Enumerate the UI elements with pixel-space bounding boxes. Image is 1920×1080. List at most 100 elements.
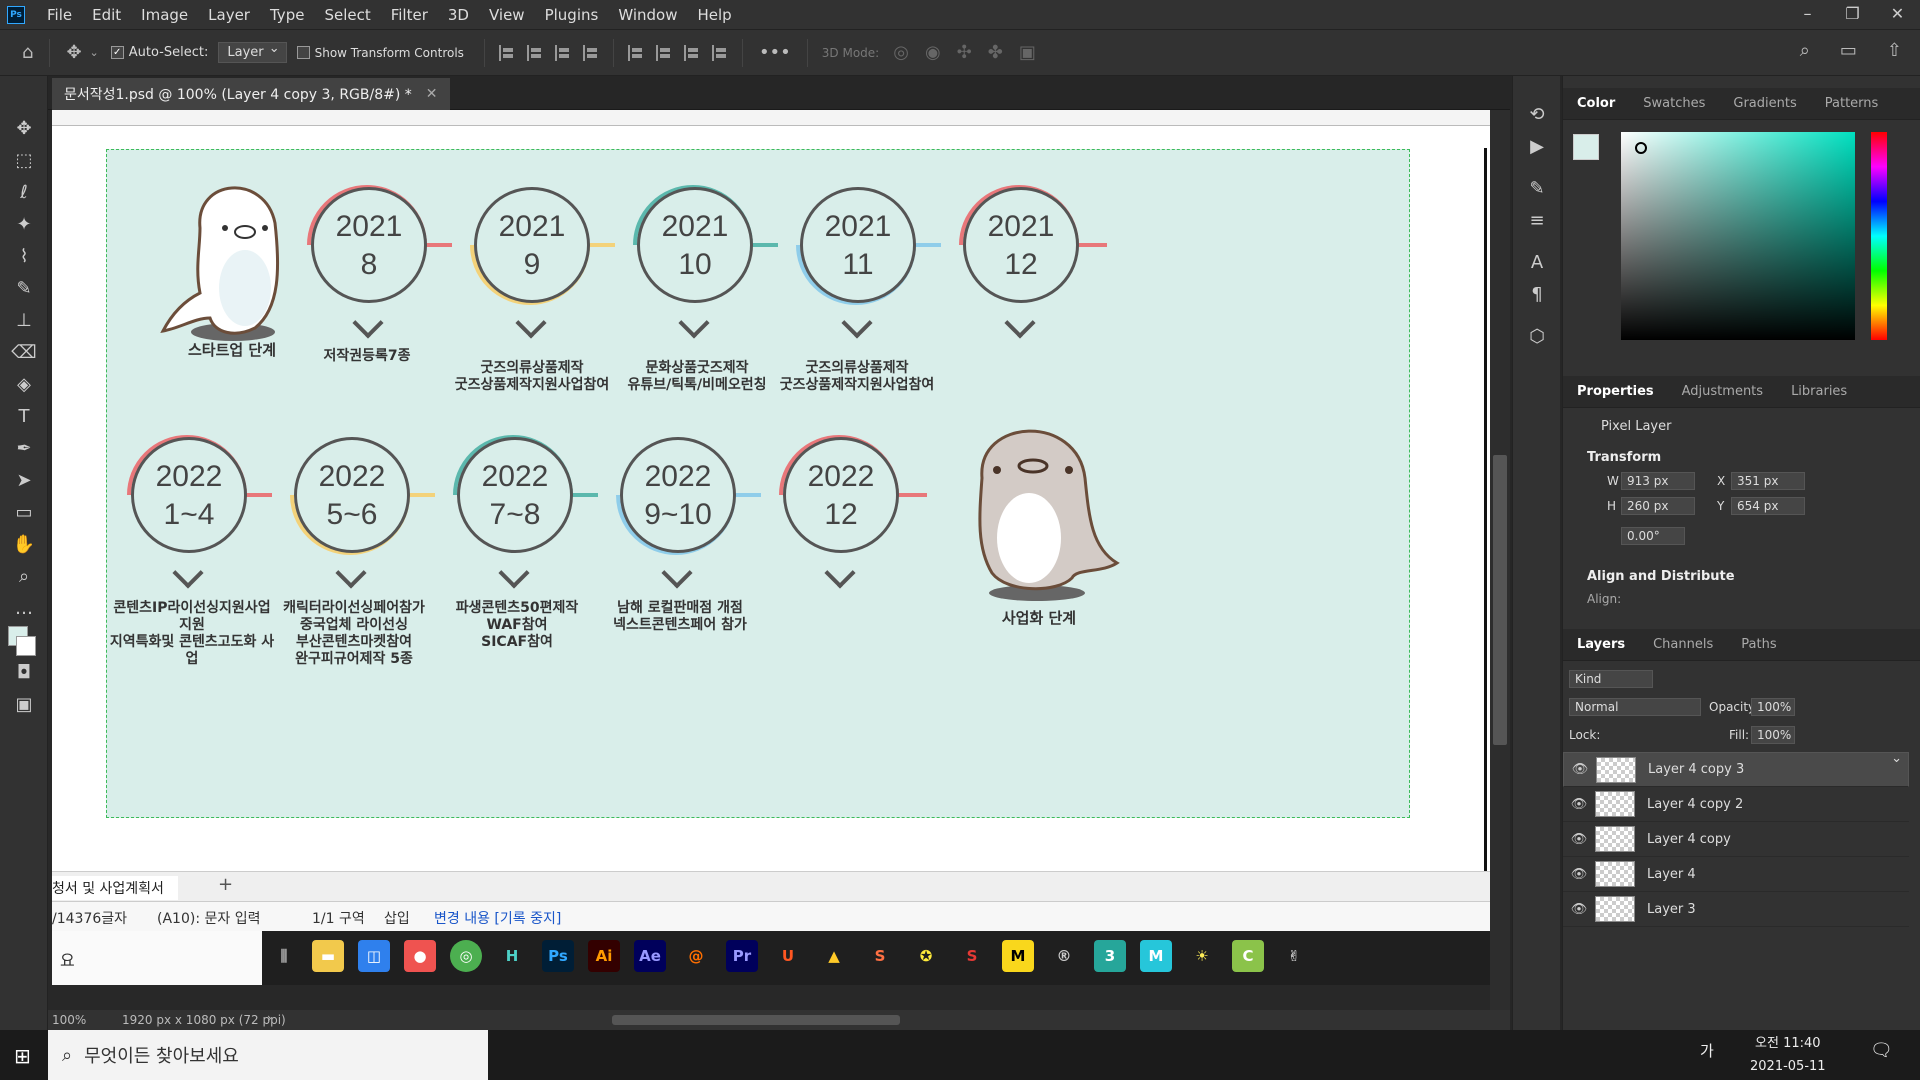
task-view-icon[interactable]: ⫼ xyxy=(268,940,300,972)
notification-icon[interactable]: 🗨 xyxy=(1870,1040,1893,1061)
store-icon[interactable]: ◫ xyxy=(358,940,390,972)
color-picker-cursor[interactable] xyxy=(1635,142,1647,154)
tab-adjustments[interactable]: Adjustments xyxy=(1668,384,1777,399)
tab-properties[interactable]: Properties xyxy=(1563,384,1668,399)
blender-icon[interactable]: ✪ xyxy=(910,940,942,972)
more-tools-icon[interactable]: … xyxy=(0,592,48,624)
app-triangle-icon[interactable]: ▲ xyxy=(818,940,850,972)
distribute-v-icon[interactable] xyxy=(711,44,728,61)
foreground-color-swatch[interactable] xyxy=(1573,134,1599,160)
layer-row[interactable]: 👁 Layer 4 copy xyxy=(1563,822,1909,857)
y-field[interactable]: 654 px xyxy=(1731,497,1805,515)
marquee-tool-icon[interactable]: ⬚ xyxy=(0,144,48,176)
menu-filter[interactable]: Filter xyxy=(381,6,438,24)
tab-channels[interactable]: Channels xyxy=(1639,637,1727,652)
max-icon[interactable]: 3 xyxy=(1094,940,1126,972)
menu-3d[interactable]: 3D xyxy=(438,6,479,24)
tab-gradients[interactable]: Gradients xyxy=(1719,96,1810,111)
eye-icon[interactable]: 👁 xyxy=(1563,902,1595,917)
app-s2-icon[interactable]: S xyxy=(956,940,988,972)
bulb-icon[interactable]: ☀ xyxy=(1186,940,1218,972)
app-u-icon[interactable]: U xyxy=(772,940,804,972)
hand-tool-icon[interactable]: ✋ xyxy=(0,528,48,560)
horizontal-scrollbar[interactable] xyxy=(612,1015,900,1025)
character-icon[interactable]: A xyxy=(1513,246,1561,278)
x-field[interactable]: 351 px xyxy=(1731,472,1805,490)
photoshop-icon[interactable]: Ps xyxy=(542,940,574,972)
width-field[interactable]: 913 px xyxy=(1621,472,1695,490)
menu-image[interactable]: Image xyxy=(131,6,198,24)
search-icon[interactable]: ⌕ xyxy=(1800,40,1810,61)
layer-row[interactable]: 👁 Layer 4 copy 3 xyxy=(1563,751,1909,787)
blend-mode-dropdown[interactable]: Normal xyxy=(1569,698,1701,716)
align-center-icon[interactable] xyxy=(526,44,543,61)
explorer-icon[interactable]: ▬ xyxy=(312,940,344,972)
opacity-field[interactable]: 100% xyxy=(1751,698,1795,716)
align-middle-icon[interactable] xyxy=(655,44,672,61)
eyedropper-icon[interactable]: ⌇ xyxy=(0,240,48,272)
tab-swatches[interactable]: Swatches xyxy=(1629,96,1719,111)
magic-wand-icon[interactable]: ✦ xyxy=(0,208,48,240)
taskbar-search[interactable]: ⌕ 무엇이든 찾아보세요 xyxy=(48,1030,488,1080)
lasso-tool-icon[interactable]: ℓ xyxy=(0,176,48,208)
maya-icon[interactable]: M xyxy=(1140,940,1172,972)
paint-bucket-icon[interactable]: ◈ xyxy=(0,368,48,400)
auto-select-checkbox[interactable]: ✓ xyxy=(110,46,124,59)
home-icon[interactable]: ⌂ xyxy=(22,42,33,63)
chevron-right-icon[interactable]: › xyxy=(267,1011,272,1025)
align-right-icon[interactable] xyxy=(554,44,571,61)
illustrator-icon[interactable]: Ai xyxy=(588,940,620,972)
show-transform-checkbox[interactable] xyxy=(296,46,310,59)
zoom-level[interactable]: 100% xyxy=(52,1013,86,1027)
eye-icon[interactable]: 👁 xyxy=(1564,762,1596,777)
menu-layer[interactable]: Layer xyxy=(198,6,260,24)
align-bottom-icon[interactable] xyxy=(683,44,700,61)
chevron-down-icon[interactable]: ⌄ xyxy=(90,46,99,59)
workspace-icon[interactable]: ▭ xyxy=(1840,40,1857,61)
layer-row[interactable]: 👁 Layer 4 xyxy=(1563,857,1909,892)
brush-tool-icon[interactable]: ✎ xyxy=(0,272,48,304)
premiere-icon[interactable]: Pr xyxy=(726,940,758,972)
eye-icon[interactable]: 👁 xyxy=(1563,832,1595,847)
close-tab-icon[interactable]: ✕ xyxy=(426,86,438,102)
windows-start-icon[interactable]: ⊞ xyxy=(14,1044,31,1068)
minimize-icon[interactable]: – xyxy=(1785,0,1830,29)
menu-select[interactable]: Select xyxy=(314,6,380,24)
layer-row[interactable]: 👁 Layer 4 copy 2 xyxy=(1563,787,1909,822)
close-icon[interactable]: ✕ xyxy=(1875,0,1920,29)
pen-tool-icon[interactable]: ✒ xyxy=(0,432,48,464)
angle-field[interactable]: 0.00° xyxy=(1621,527,1685,545)
screen-mode-icon[interactable]: ▣ xyxy=(0,688,48,720)
zoom-tool-icon[interactable]: ⌕ xyxy=(0,560,48,592)
eraser-tool-icon[interactable]: ⌫ xyxy=(0,336,48,368)
fill-field[interactable]: 100% xyxy=(1751,726,1795,744)
actions-icon[interactable]: ▶ xyxy=(1513,130,1561,162)
align-top-icon[interactable] xyxy=(627,44,644,61)
share-icon[interactable]: ⇧ xyxy=(1887,40,1902,61)
color-swatches[interactable] xyxy=(0,624,48,656)
menu-help[interactable]: Help xyxy=(687,6,741,24)
timeline-artwork[interactable]: 스타트업 단계 사업화 단계 2021 8 2021 9 2021 10 2021 11… xyxy=(106,149,1410,818)
app-figure-icon[interactable]: ✌ xyxy=(1278,940,1310,972)
vertical-scrollbar[interactable] xyxy=(1493,455,1507,745)
move-tool-icon[interactable]: ✥ xyxy=(0,112,48,144)
height-field[interactable]: 260 px xyxy=(1621,497,1695,515)
quick-mask-icon[interactable]: ◘ xyxy=(0,656,48,688)
path-select-icon[interactable]: ➤ xyxy=(0,464,48,496)
3d-icon[interactable]: ⬡ xyxy=(1513,320,1561,352)
tab-layers[interactable]: Layers xyxy=(1563,637,1639,652)
restore-icon[interactable]: ❐ xyxy=(1830,0,1875,29)
ime-indicator[interactable]: 가 xyxy=(1700,1040,1714,1061)
track-changes[interactable]: 변경 내용 [기록 중지] xyxy=(434,908,561,928)
add-sheet-button[interactable]: + xyxy=(218,874,233,895)
layer-row[interactable]: 👁 Layer 3 xyxy=(1563,892,1909,927)
app-m-icon[interactable]: M xyxy=(1002,940,1034,972)
color-field[interactable] xyxy=(1621,132,1855,340)
tab-patterns[interactable]: Patterns xyxy=(1811,96,1893,111)
after-effects-icon[interactable]: Ae xyxy=(634,940,666,972)
app-icon[interactable]: ● xyxy=(404,940,436,972)
menu-plugins[interactable]: Plugins xyxy=(535,6,609,24)
hue-slider[interactable] xyxy=(1871,132,1887,340)
houdini-icon[interactable]: H xyxy=(496,940,528,972)
kind-filter[interactable]: Kind xyxy=(1569,670,1653,688)
